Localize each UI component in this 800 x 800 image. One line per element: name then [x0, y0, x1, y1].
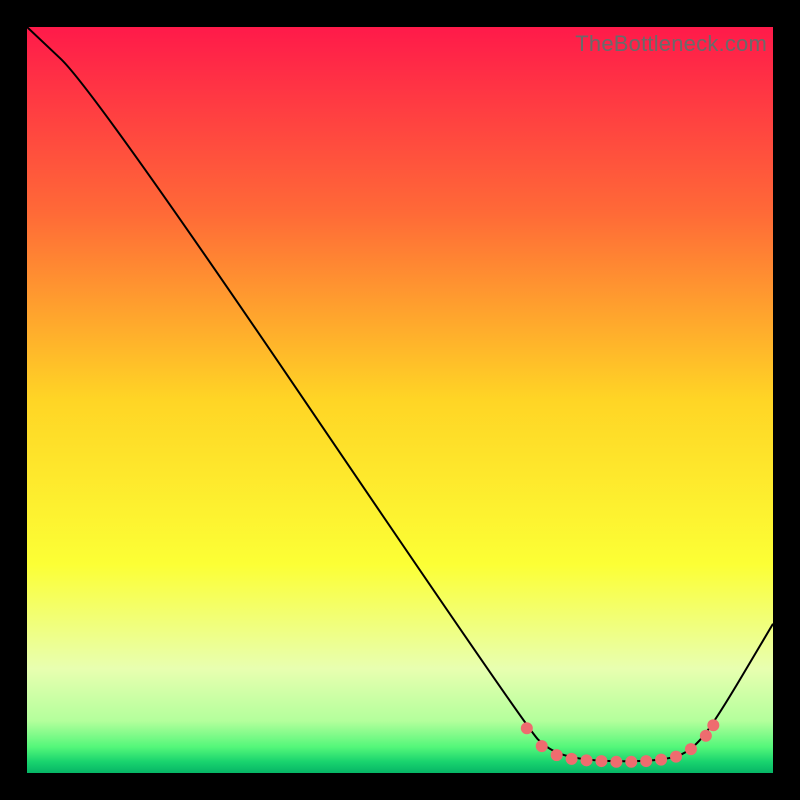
curve-marker: [566, 753, 578, 765]
curve-marker: [670, 751, 682, 763]
curve-marker: [625, 756, 637, 768]
curve-marker: [685, 743, 697, 755]
curve-marker: [610, 756, 622, 768]
bottleneck-chart: [27, 27, 773, 773]
curve-marker: [595, 755, 607, 767]
curve-marker: [655, 754, 667, 766]
curve-marker: [707, 719, 719, 731]
chart-gradient-background: [27, 27, 773, 773]
curve-marker: [640, 755, 652, 767]
curve-marker: [551, 749, 563, 761]
watermark-text: TheBottleneck.com: [575, 31, 767, 57]
curve-marker: [581, 754, 593, 766]
chart-frame: TheBottleneck.com: [27, 27, 773, 773]
curve-marker: [521, 722, 533, 734]
curve-marker: [536, 740, 548, 752]
curve-marker: [700, 730, 712, 742]
